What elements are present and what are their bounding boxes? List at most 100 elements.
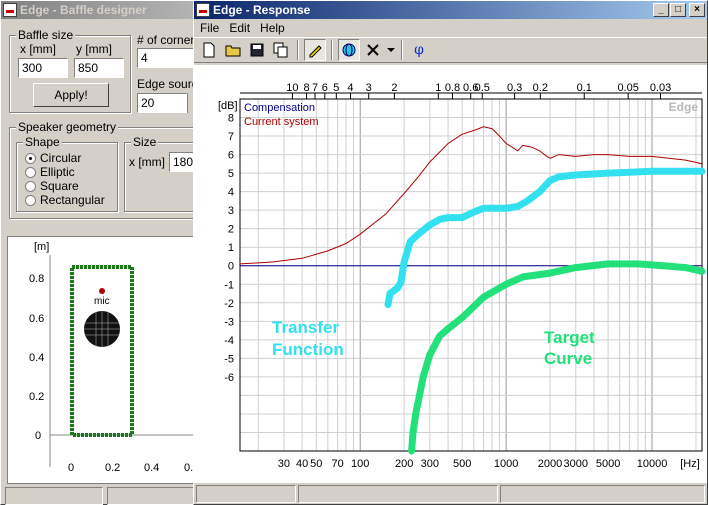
- response-chart[interactable]: 876543210-1-2-3-4-5-6[dB]30 40 50 70 100 200 3…: [194, 65, 707, 483]
- top-axis-label: 0.8: [445, 82, 460, 94]
- new-file-icon: [203, 42, 215, 58]
- minimize-icon: _: [658, 4, 664, 15]
- transfer-function-label: Transfer: [272, 318, 339, 337]
- new-button[interactable]: [198, 39, 220, 61]
- mic-label: mic: [94, 296, 110, 307]
- top-axis-label: 6: [322, 82, 328, 94]
- baffle-window-title: Edge - Baffle designer: [20, 3, 147, 17]
- globe-icon: [342, 43, 356, 57]
- apply-button[interactable]: Apply!: [33, 83, 109, 107]
- open-folder-icon: [225, 45, 241, 57]
- baffle-ytick: 0.6: [29, 313, 44, 325]
- pencil-icon: [309, 45, 322, 58]
- x-tick-label: 3000: [564, 458, 588, 470]
- edge-app-icon: [3, 3, 17, 17]
- corners-input[interactable]: 4: [137, 48, 197, 68]
- menu-edit[interactable]: Edit: [229, 21, 250, 35]
- shape-rectangular-radio[interactable]: Rectangular: [25, 193, 105, 207]
- toolbar-separator: [401, 40, 403, 60]
- speaker-geometry-legend: Speaker geometry: [16, 120, 119, 134]
- copy-button[interactable]: [270, 39, 292, 61]
- baffle-x-input[interactable]: 300: [18, 58, 68, 78]
- x-tick-label: 70: [331, 458, 343, 470]
- size-legend: Size: [131, 135, 159, 149]
- x-tick-label: 40: [296, 458, 308, 470]
- baffle-unit-label: [m]: [34, 241, 49, 253]
- close-x-icon: [367, 44, 379, 56]
- top-axis-label: 0.05: [617, 82, 638, 94]
- radio-checked-icon: [25, 152, 36, 164]
- dropdown-arrow-icon: [387, 48, 395, 52]
- save-icon: [250, 43, 264, 57]
- y-tick-label: -4: [224, 335, 234, 347]
- response-window: Edge - Response _ □ × File Edit Help φ 8…: [193, 0, 708, 505]
- menu-help[interactable]: Help: [260, 21, 285, 35]
- menu-bar: File Edit Help: [194, 19, 707, 37]
- radio-empty-icon: [25, 180, 36, 192]
- baffle-title-bar[interactable]: Edge - Baffle designer: [1, 1, 199, 19]
- shape-square-radio[interactable]: Square: [25, 179, 79, 193]
- size-x-label: x [mm]: [129, 155, 165, 169]
- shape-elliptic-radio[interactable]: Elliptic: [25, 165, 75, 179]
- save-button[interactable]: [246, 39, 268, 61]
- shape-circular-label: Circular: [40, 151, 82, 165]
- x-tick-label: 300: [421, 458, 439, 470]
- baffle-ytick: 0.8: [29, 273, 44, 285]
- globe-button[interactable]: [338, 39, 360, 61]
- top-axis-label: 3: [366, 82, 372, 94]
- response-status-pane: [500, 485, 705, 503]
- edge-app-icon: [196, 3, 210, 17]
- close-button[interactable]: ×: [689, 3, 705, 17]
- baffle-xtick: 0.4: [144, 462, 159, 474]
- maximize-button[interactable]: □: [670, 3, 686, 17]
- x-tick-label: 500: [453, 458, 471, 470]
- y-tick-label: -5: [224, 353, 234, 365]
- baffle-status-pane: [107, 487, 197, 505]
- legend-compensation: Compensation: [244, 102, 315, 114]
- apply-button-label: Apply!: [54, 88, 88, 102]
- top-axis-label: 7: [312, 82, 318, 94]
- x-tick-label: 50: [310, 458, 322, 470]
- baffle-designer-window: Edge - Baffle designer Baffle size x [mm…: [0, 0, 204, 505]
- x-tick-label: 10000: [637, 458, 668, 470]
- dropdown-button[interactable]: [386, 39, 396, 61]
- baffle-size-legend: Baffle size: [16, 28, 76, 42]
- edge-watermark: Edge: [669, 100, 699, 114]
- y-tick-label: 0: [228, 261, 234, 273]
- baffle-ytick: 0: [35, 430, 41, 442]
- top-axis-label: 2: [391, 82, 397, 94]
- top-axis-label: 10: [286, 82, 298, 94]
- top-axis-label: 8: [303, 82, 309, 94]
- x-axis-label: [Hz]: [680, 458, 700, 470]
- response-title-bar[interactable]: Edge - Response _ □ ×: [194, 1, 707, 19]
- baffle-xtick: 0: [68, 462, 74, 474]
- phi-icon: φ: [414, 42, 424, 58]
- top-axis-label: 0.2: [533, 82, 548, 94]
- toolbar-separator: [331, 40, 333, 60]
- close-icon: ×: [694, 4, 700, 15]
- target-curve-label: Curve: [544, 349, 592, 368]
- baffle-ytick: 0.2: [29, 391, 44, 403]
- pencil-button[interactable]: [304, 39, 326, 61]
- baffle-x-label: x [mm]: [20, 42, 56, 56]
- x-tick-label: 1000: [494, 458, 518, 470]
- x-tick-label: 30: [278, 458, 290, 470]
- menu-file[interactable]: File: [200, 21, 219, 35]
- toolbar-separator: [297, 40, 299, 60]
- delete-button[interactable]: [362, 39, 384, 61]
- baffle-ytick: 0.4: [29, 352, 44, 364]
- baffle-y-input[interactable]: 850: [74, 58, 124, 78]
- phase-button[interactable]: φ: [408, 39, 430, 61]
- top-axis-label: 5: [333, 82, 339, 94]
- size-group: Size x [mm] 180: [124, 135, 199, 212]
- y-tick-label: -1: [224, 279, 234, 291]
- y-tick-label: 1: [228, 242, 234, 254]
- minimize-button[interactable]: _: [653, 3, 669, 17]
- shape-circular-radio[interactable]: Circular: [25, 151, 81, 165]
- target-curve-label: Target: [544, 328, 595, 347]
- baffle-y-label: y [mm]: [76, 42, 112, 56]
- open-button[interactable]: [222, 39, 244, 61]
- baffle-plot[interactable]: [m] 0.8 0.6 0.4 0.2 0 0 0.2 0.4 0.6 mic: [8, 237, 198, 485]
- edge-source-input[interactable]: 20: [137, 93, 187, 113]
- toolbar: φ: [194, 37, 707, 63]
